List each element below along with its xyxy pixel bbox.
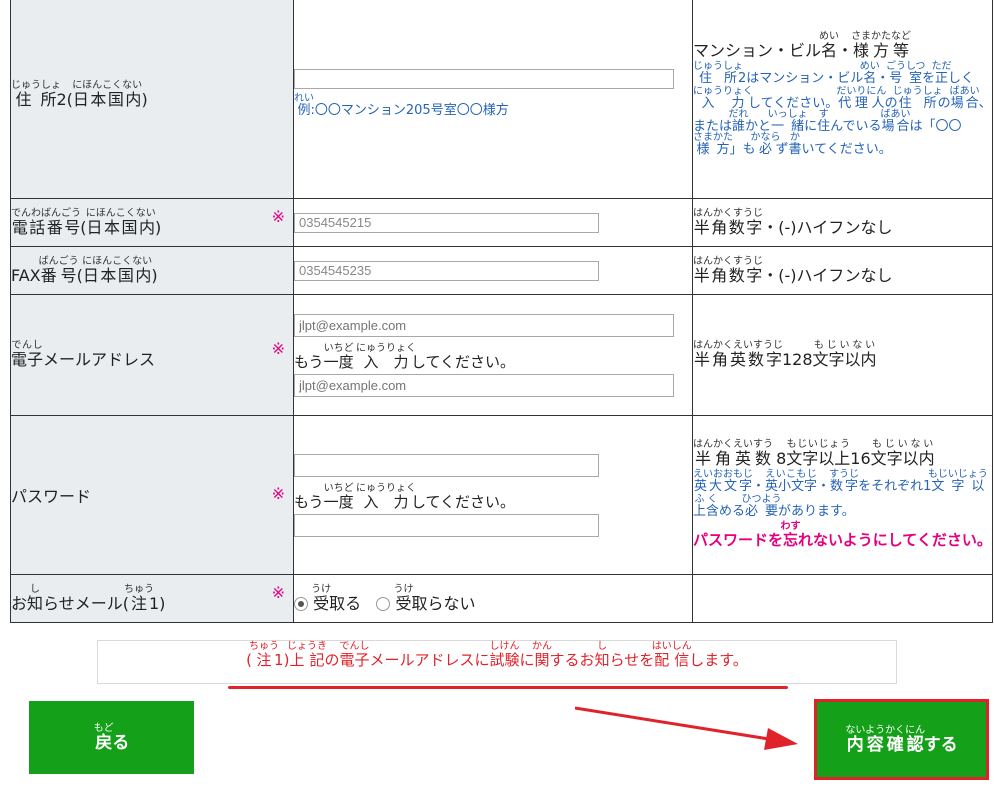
input-cell-password: もう一度いちど 入力にゅうりょくしてください。: [293, 415, 693, 575]
password-note-detail: 英大文字えいおおもじ・英小文字えいこもじ・数字すうじをそれぞれ1文字以上含もじい…: [693, 469, 988, 519]
back-button[interactable]: 戻もどる: [29, 701, 194, 774]
footnote-box: (注ちゅう1)上記じょうきの電子でんしメールアドレスに試験しけんに関かんするお知…: [97, 640, 897, 684]
notice-label: お知しらせメール(注ちゅう1): [11, 583, 166, 613]
row-phone: 電話番号でんわばんごう(日本国内にほんこくない) ※ 半角数字はんかくすうじ・(…: [10, 198, 993, 247]
registration-form-table: 住所じゅうしょ2(日本国内にほんこくない) 例れい:〇〇マンション205号室〇〇…: [10, 0, 993, 623]
email-confirm-prompt: もう一度いちど 入力にゅうりょくしてください。: [294, 342, 516, 371]
label-cell-password: パスワード ※: [10, 415, 294, 575]
address2-input[interactable]: [294, 69, 674, 89]
password-warning: パスワードを忘わすれないようにしてください。: [693, 521, 992, 549]
password-input[interactable]: [294, 453, 599, 477]
phone-note: 半角数字はんかくすうじ・(-)ハイフンなし: [693, 207, 893, 237]
note-cell-password: 半角英数はんかくえいすう 8文字以上もじいじょう16文字以内もじいない 英大文字…: [692, 415, 993, 575]
note-cell-address2: マンション・ビル名めい・様方等さまかたなど 住所じゅうしょ2はマンション・ビル名…: [692, 0, 993, 199]
address2-note-main: マンション・ビル名めい・様方等さまかたなど: [693, 30, 912, 60]
row-address2: 住所じゅうしょ2(日本国内にほんこくない) 例れい:〇〇マンション205号室〇〇…: [10, 0, 993, 199]
password-note-main: 半角英数はんかくえいすう 8文字以上もじいじょう16文字以内もじいない: [693, 439, 935, 468]
note-cell-phone: 半角数字はんかくすうじ・(-)ハイフンなし: [692, 198, 993, 247]
email-required-mark: ※: [271, 339, 285, 358]
label-cell-address2: 住所じゅうしょ2(日本国内にほんこくない): [10, 0, 294, 199]
red-arrow-icon: [574, 706, 798, 750]
fax-note: 半角数字はんかくすうじ・(-)ハイフンなし: [693, 255, 893, 285]
label-cell-fax: FAX番号ばんごう(日本国内にほんこくない): [10, 246, 294, 295]
phone-input[interactable]: [294, 212, 599, 233]
email-note: 半角英数字はんかくえいすうじ128文字以内もじいない: [693, 340, 877, 369]
decline-option-label[interactable]: 受うけ取らない: [394, 584, 476, 613]
address2-label: 住所じゅうしょ2(日本国内にほんこくない): [11, 79, 148, 109]
confirm-button-label: 内容確認ないようかくにんする: [845, 724, 958, 755]
input-cell-address2: 例れい:〇〇マンション205号室〇〇様方: [293, 0, 693, 199]
phone-required-mark: ※: [271, 207, 285, 226]
notice-required-mark: ※: [271, 583, 285, 602]
label-cell-notice: お知しらせメール(注ちゅう1) ※: [10, 574, 294, 623]
note-cell-notice: [692, 574, 993, 623]
phone-label: 電話番号でんわばんごう(日本国内にほんこくない): [11, 207, 162, 237]
address2-example: 例れい:〇〇マンション205号室〇〇様方: [294, 93, 509, 118]
row-fax: FAX番号ばんごう(日本国内にほんこくない) 半角数字はんかくすうじ・(-)ハイ…: [10, 246, 993, 295]
input-cell-email: もう一度いちど 入力にゅうりょくしてください。: [293, 294, 693, 416]
confirm-button[interactable]: 内容確認ないようかくにんする: [814, 699, 989, 780]
label-cell-phone: 電話番号でんわばんごう(日本国内にほんこくない) ※: [10, 198, 294, 247]
label-cell-email: 電子でんしメールアドレス ※: [10, 294, 294, 416]
fax-label: FAX番号ばんごう(日本国内にほんこくない): [11, 255, 158, 285]
back-button-label: 戻もどる: [93, 722, 130, 753]
row-email: 電子でんしメールアドレス ※ もう一度いちど 入力にゅうりょくしてください。 半…: [10, 294, 993, 416]
email-label: 電子でんしメールアドレス: [11, 340, 156, 369]
decline-radio[interactable]: [376, 597, 391, 611]
email-confirm-input[interactable]: [294, 373, 674, 397]
password-confirm-prompt: もう一度いちど 入力にゅうりょくしてください。: [294, 482, 516, 511]
address2-note-detail: 住所じゅうしょ2はマンション・ビル名めい・号室ごうしつを正ただしく入力にゅうりょ…: [693, 60, 992, 157]
fax-input[interactable]: [294, 260, 599, 281]
note-cell-fax: 半角数字はんかくすうじ・(-)ハイフンなし: [692, 246, 993, 295]
password-label: パスワード: [11, 487, 92, 506]
receive-radio[interactable]: [294, 597, 308, 611]
receive-option-label[interactable]: 受うけ取る: [311, 584, 361, 613]
row-notice-mail: お知しらせメール(注ちゅう1) ※ 受うけ取る 受うけ取らない: [10, 574, 993, 623]
row-password: パスワード ※ もう一度いちど 入力にゅうりょくしてください。 半角英数はんかく…: [10, 415, 993, 575]
input-cell-phone: [293, 198, 693, 247]
password-confirm-input[interactable]: [294, 513, 599, 537]
password-required-mark: ※: [271, 484, 285, 503]
email-input[interactable]: [294, 313, 674, 337]
annotation-underline: [228, 686, 788, 689]
note-cell-email: 半角英数字はんかくえいすうじ128文字以内もじいない: [692, 294, 993, 416]
input-cell-fax: [293, 246, 693, 295]
input-cell-notice: 受うけ取る 受うけ取らない: [293, 574, 693, 623]
footnote-text: (注ちゅう1)上記じょうきの電子でんしメールアドレスに試験しけんに関かんするお知…: [246, 641, 748, 669]
